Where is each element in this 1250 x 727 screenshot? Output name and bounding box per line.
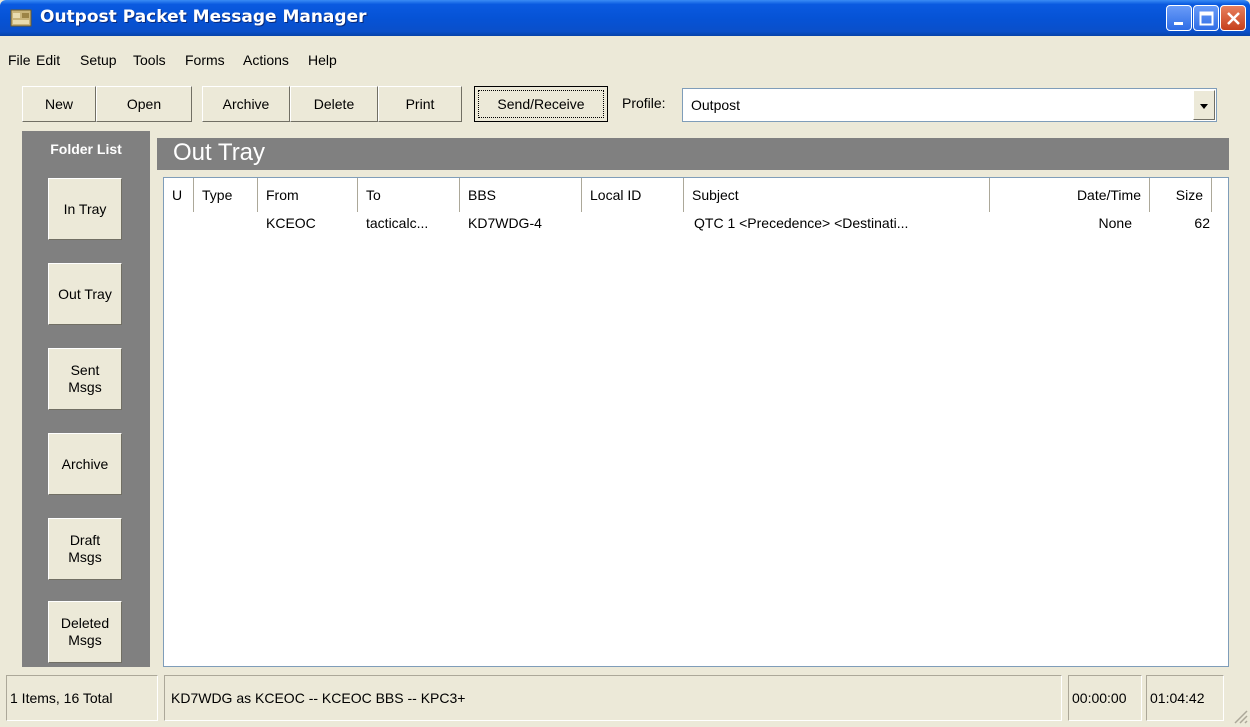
cell-to: tacticalc...	[366, 215, 429, 231]
cell-datetime: None	[1098, 215, 1132, 231]
chevron-down-icon	[1200, 104, 1208, 109]
window-title: Outpost Packet Message Manager	[40, 7, 367, 27]
menu-file[interactable]: File	[8, 52, 31, 68]
status-info: KD7WDG as KCEOC -- KCEOC BBS -- KPC3+	[164, 675, 1062, 721]
status-clock: 01:04:42	[1146, 675, 1224, 721]
folder-archive[interactable]: Archive	[48, 433, 122, 495]
folder-in-tray[interactable]: In Tray	[48, 178, 122, 240]
menu-setup[interactable]: Setup	[80, 52, 117, 68]
folder-list-panel: Folder List In Tray Out Tray Sent Msgs A…	[22, 131, 150, 667]
column-header-to[interactable]: To	[358, 178, 460, 212]
send-receive-label: Send/Receive	[478, 90, 604, 118]
cell-size: 62	[1194, 215, 1210, 231]
dropdown-arrow-button[interactable]	[1193, 90, 1215, 120]
status-timer: 00:00:00	[1068, 675, 1142, 721]
column-header-bbs[interactable]: BBS	[460, 178, 582, 212]
status-count: 1 Items, 16 Total	[6, 675, 158, 721]
column-header-u[interactable]: U	[164, 178, 194, 212]
resize-grip-icon[interactable]	[1232, 708, 1248, 724]
menu-forms[interactable]: Forms	[185, 52, 225, 68]
profile-label: Profile:	[622, 95, 666, 111]
new-button[interactable]: New	[22, 86, 96, 122]
menu-actions[interactable]: Actions	[243, 52, 289, 68]
folder-deleted-msgs[interactable]: Deleted Msgs	[48, 601, 122, 663]
column-header-local-id[interactable]: Local ID	[582, 178, 684, 212]
menu-edit[interactable]: Edit	[36, 52, 60, 68]
folder-out-tray[interactable]: Out Tray	[48, 263, 122, 325]
close-button[interactable]	[1220, 5, 1246, 31]
maximize-icon	[1199, 11, 1214, 26]
folder-draft-msgs[interactable]: Draft Msgs	[48, 518, 122, 580]
open-button[interactable]: Open	[96, 86, 192, 122]
cell-subject: QTC 1 <Precedence> <Destinati...	[694, 215, 909, 231]
column-header-datetime[interactable]: Date/Time	[990, 178, 1150, 212]
close-icon	[1227, 12, 1240, 25]
app-icon	[10, 7, 32, 29]
profile-value: Outpost	[691, 97, 741, 113]
column-header-subject[interactable]: Subject	[684, 178, 990, 212]
app-window: Outpost Packet Message Manager File Edit…	[0, 0, 1250, 727]
cell-bbs: KD7WDG-4	[468, 215, 542, 231]
message-list[interactable]: U Type From To BBS Local ID Subject Date…	[163, 177, 1229, 667]
minimize-icon	[1174, 22, 1183, 25]
archive-button[interactable]: Archive	[202, 86, 290, 122]
delete-button[interactable]: Delete	[290, 86, 378, 122]
menu-help[interactable]: Help	[308, 52, 337, 68]
column-header-size[interactable]: Size	[1150, 178, 1212, 212]
maximize-button[interactable]	[1193, 5, 1219, 31]
title-bar[interactable]: Outpost Packet Message Manager	[0, 0, 1250, 36]
minimize-button[interactable]	[1166, 5, 1192, 31]
folder-list-header: Folder List	[50, 141, 122, 157]
cell-from: KCEOC	[266, 215, 316, 231]
column-header-from[interactable]: From	[258, 178, 358, 212]
profile-dropdown[interactable]: Outpost	[682, 88, 1217, 122]
print-button[interactable]: Print	[378, 86, 462, 122]
column-header-type[interactable]: Type	[194, 178, 258, 212]
tray-title: Out Tray	[173, 139, 266, 166]
menu-tools[interactable]: Tools	[133, 52, 166, 68]
send-receive-button[interactable]: Send/Receive	[474, 86, 608, 122]
tray-header: Out Tray	[157, 138, 1229, 170]
folder-sent-msgs[interactable]: Sent Msgs	[48, 348, 122, 410]
